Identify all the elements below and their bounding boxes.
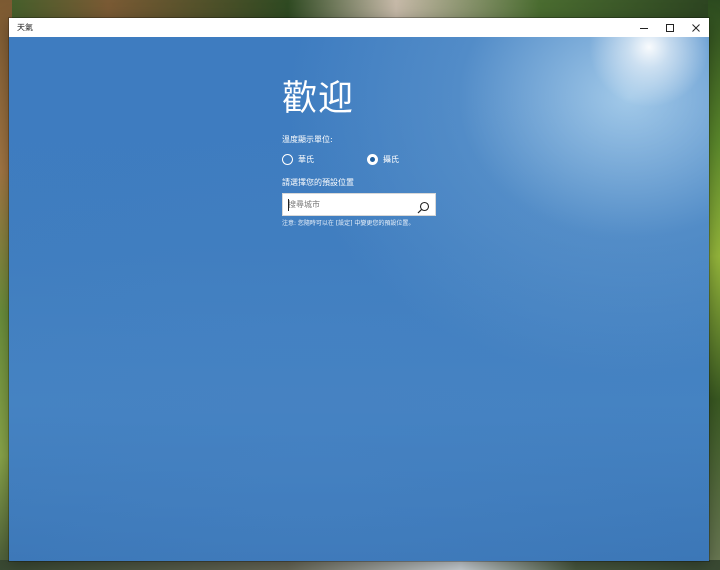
window-title: 天氣: [17, 23, 33, 32]
desktop-wallpaper-bottom: [0, 560, 720, 570]
desktop-wallpaper-right: [708, 0, 720, 570]
close-button[interactable]: [683, 18, 709, 37]
city-search-box[interactable]: [282, 193, 436, 216]
maximize-icon: [666, 23, 674, 32]
location-label: 請選擇您的預設位置: [282, 178, 354, 187]
weather-app-window: 天氣 歡迎 溫度顯示單位: 華氏 攝氏 請選擇您的預設位置 搜尋城市 注意: 您…: [9, 18, 709, 561]
location-note: 注意: 您隨時可以在 [設定] 中變更您的預設位置。: [282, 220, 415, 227]
celsius-label[interactable]: 攝氏: [383, 154, 399, 165]
welcome-screen: 歡迎 溫度顯示單位: 華氏 攝氏 請選擇您的預設位置 搜尋城市 注意: 您隨時可…: [9, 37, 709, 561]
celsius-radio[interactable]: 攝氏: [367, 153, 399, 165]
search-icon: [417, 201, 430, 214]
title-bar[interactable]: 天氣: [9, 18, 709, 37]
minimize-button[interactable]: [631, 18, 657, 37]
unit-label: 溫度顯示單位:: [282, 135, 333, 144]
maximize-button[interactable]: [657, 18, 683, 37]
search-button[interactable]: [417, 199, 430, 218]
minimize-icon: [640, 27, 648, 29]
fahrenheit-radio[interactable]: 華氏: [282, 153, 367, 165]
text-cursor: [288, 199, 289, 211]
fahrenheit-label[interactable]: 華氏: [298, 154, 314, 165]
city-search-input[interactable]: [283, 194, 411, 215]
celsius-radio-circle[interactable]: [367, 153, 378, 165]
fahrenheit-radio-circle[interactable]: [282, 153, 293, 165]
welcome-panel: 歡迎 溫度顯示單位: 華氏 攝氏 請選擇您的預設位置 搜尋城市 注意: 您隨時可…: [282, 78, 482, 228]
unit-radio-group: 華氏 攝氏: [282, 153, 482, 165]
desktop-wallpaper-top: [0, 0, 720, 20]
welcome-heading: 歡迎: [282, 79, 355, 119]
close-icon: [692, 23, 700, 32]
